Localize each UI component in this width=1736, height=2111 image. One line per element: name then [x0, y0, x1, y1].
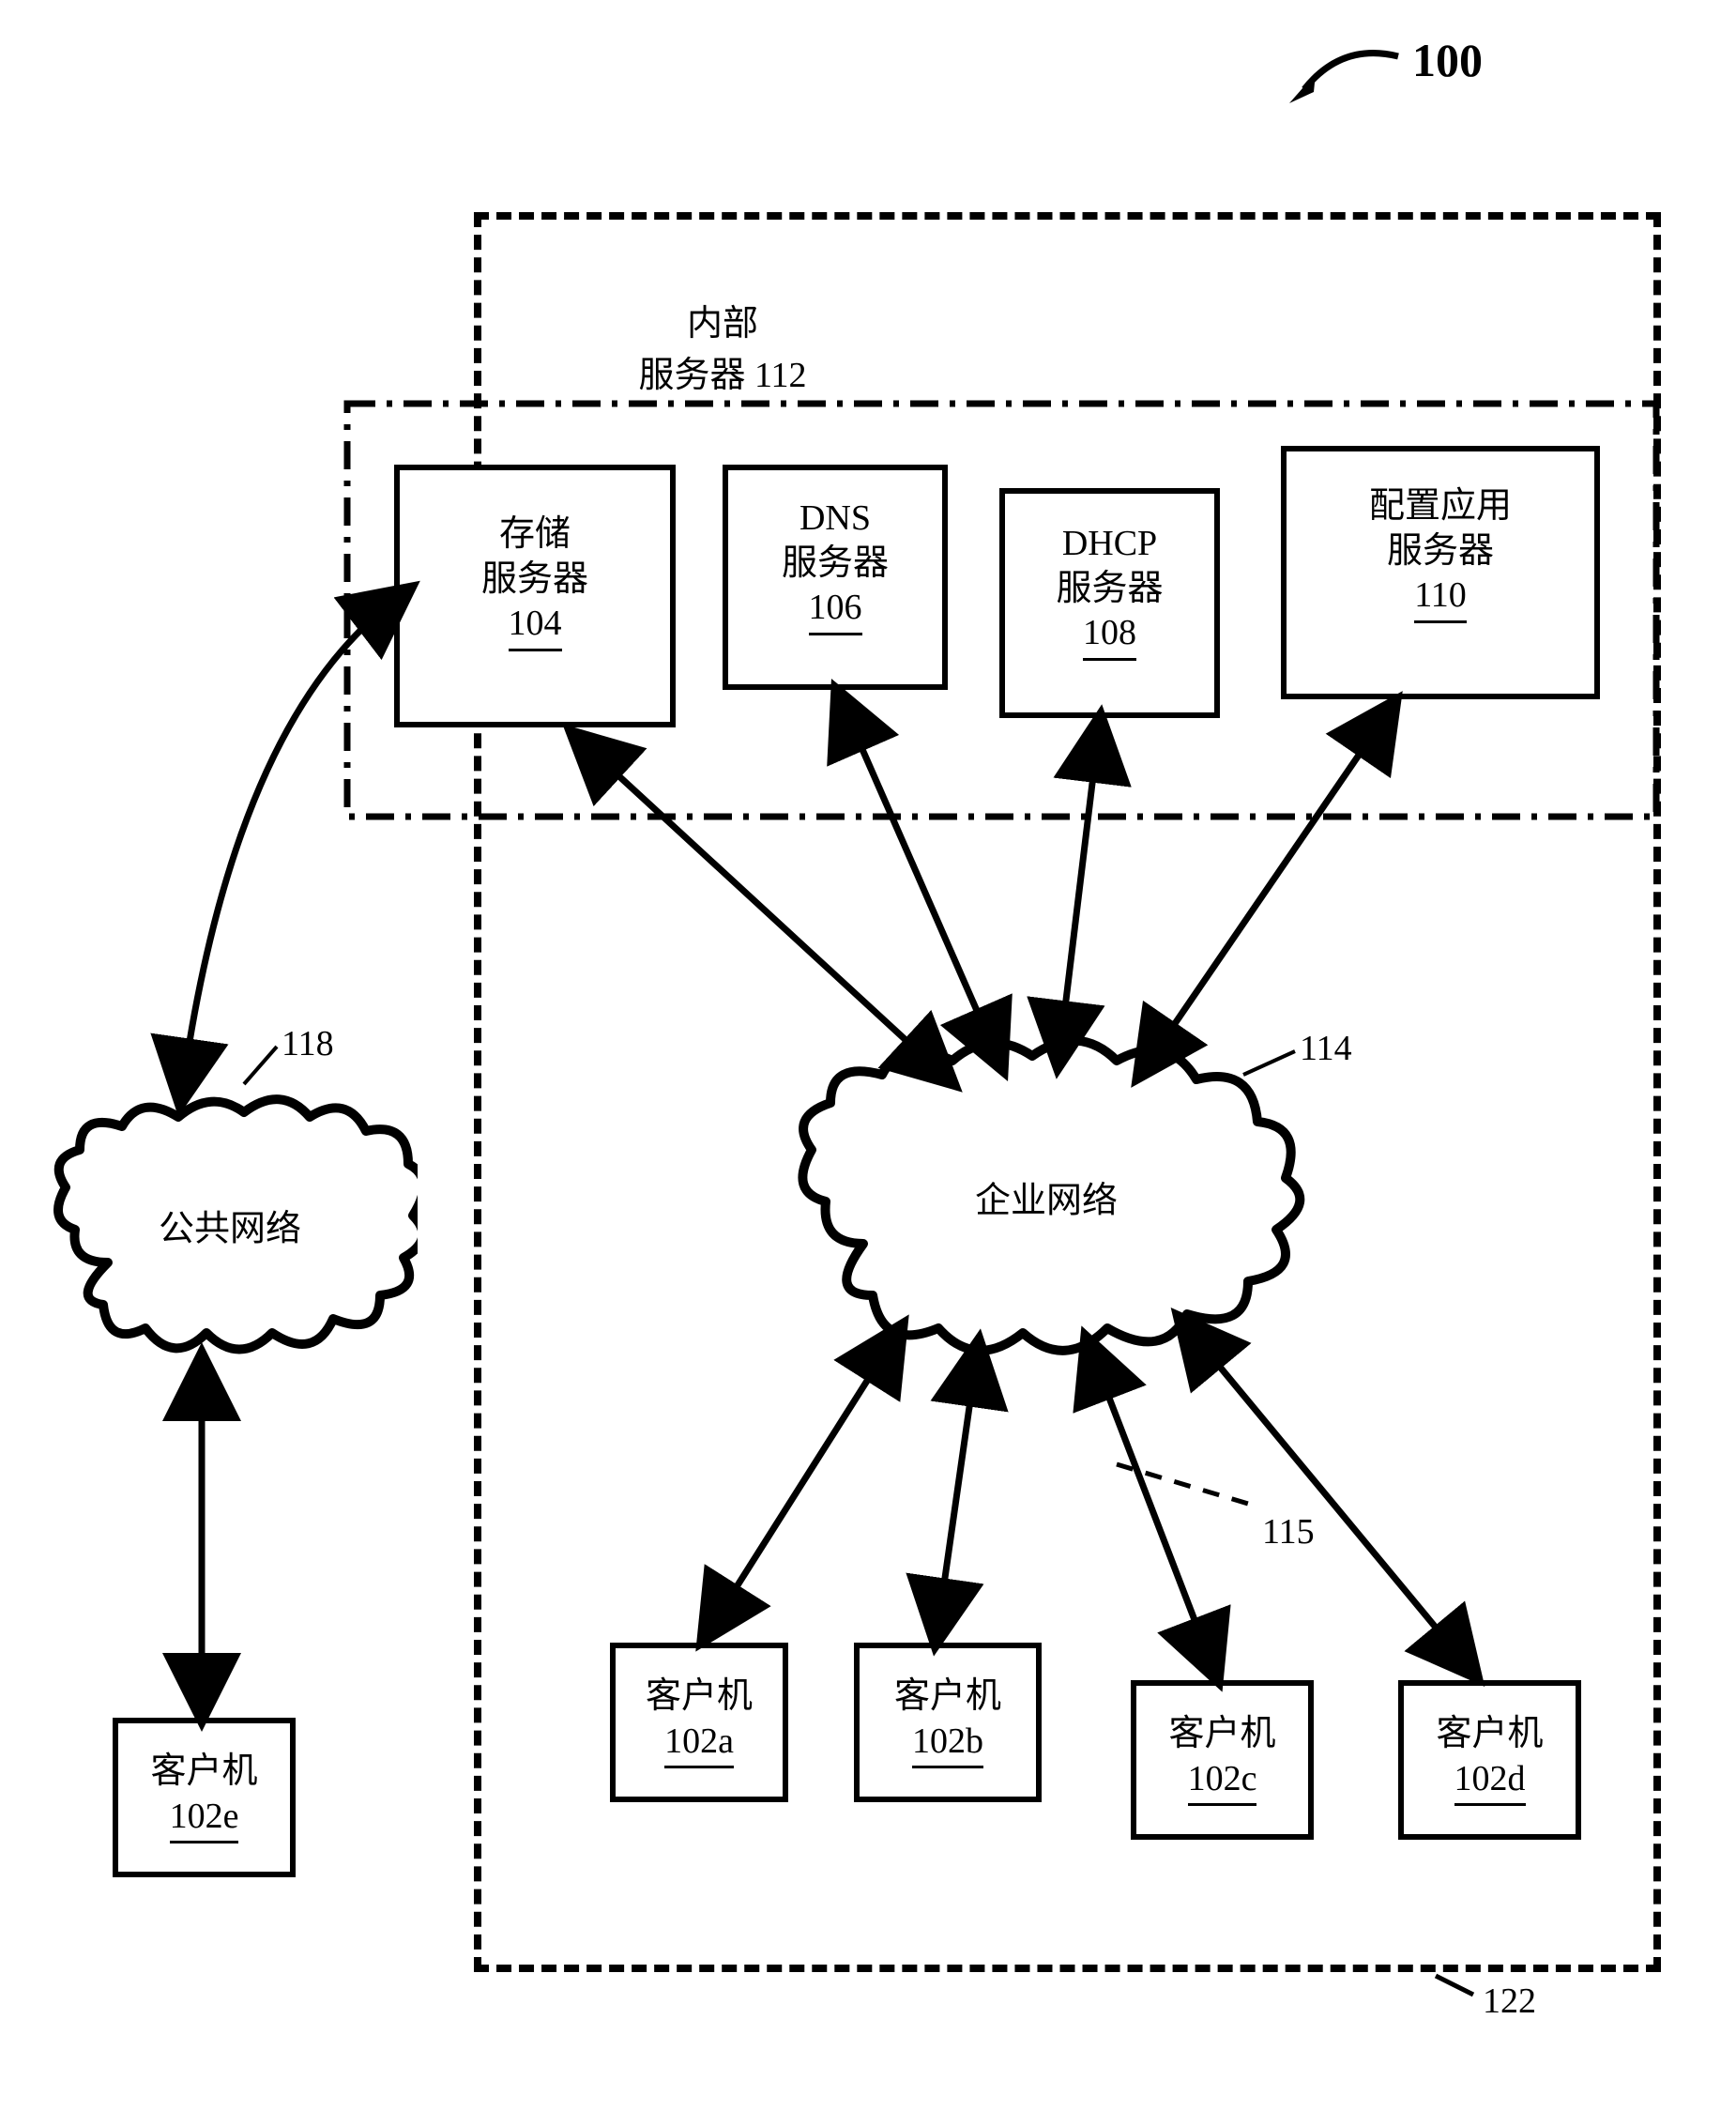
arrows-layer [0, 0, 1736, 2111]
diagram-stage: 100 122 内部 服务器 112 存储 服务器 104 DNS 服务器 10… [0, 0, 1736, 2111]
ref-115-label: 115 [1262, 1511, 1315, 1553]
